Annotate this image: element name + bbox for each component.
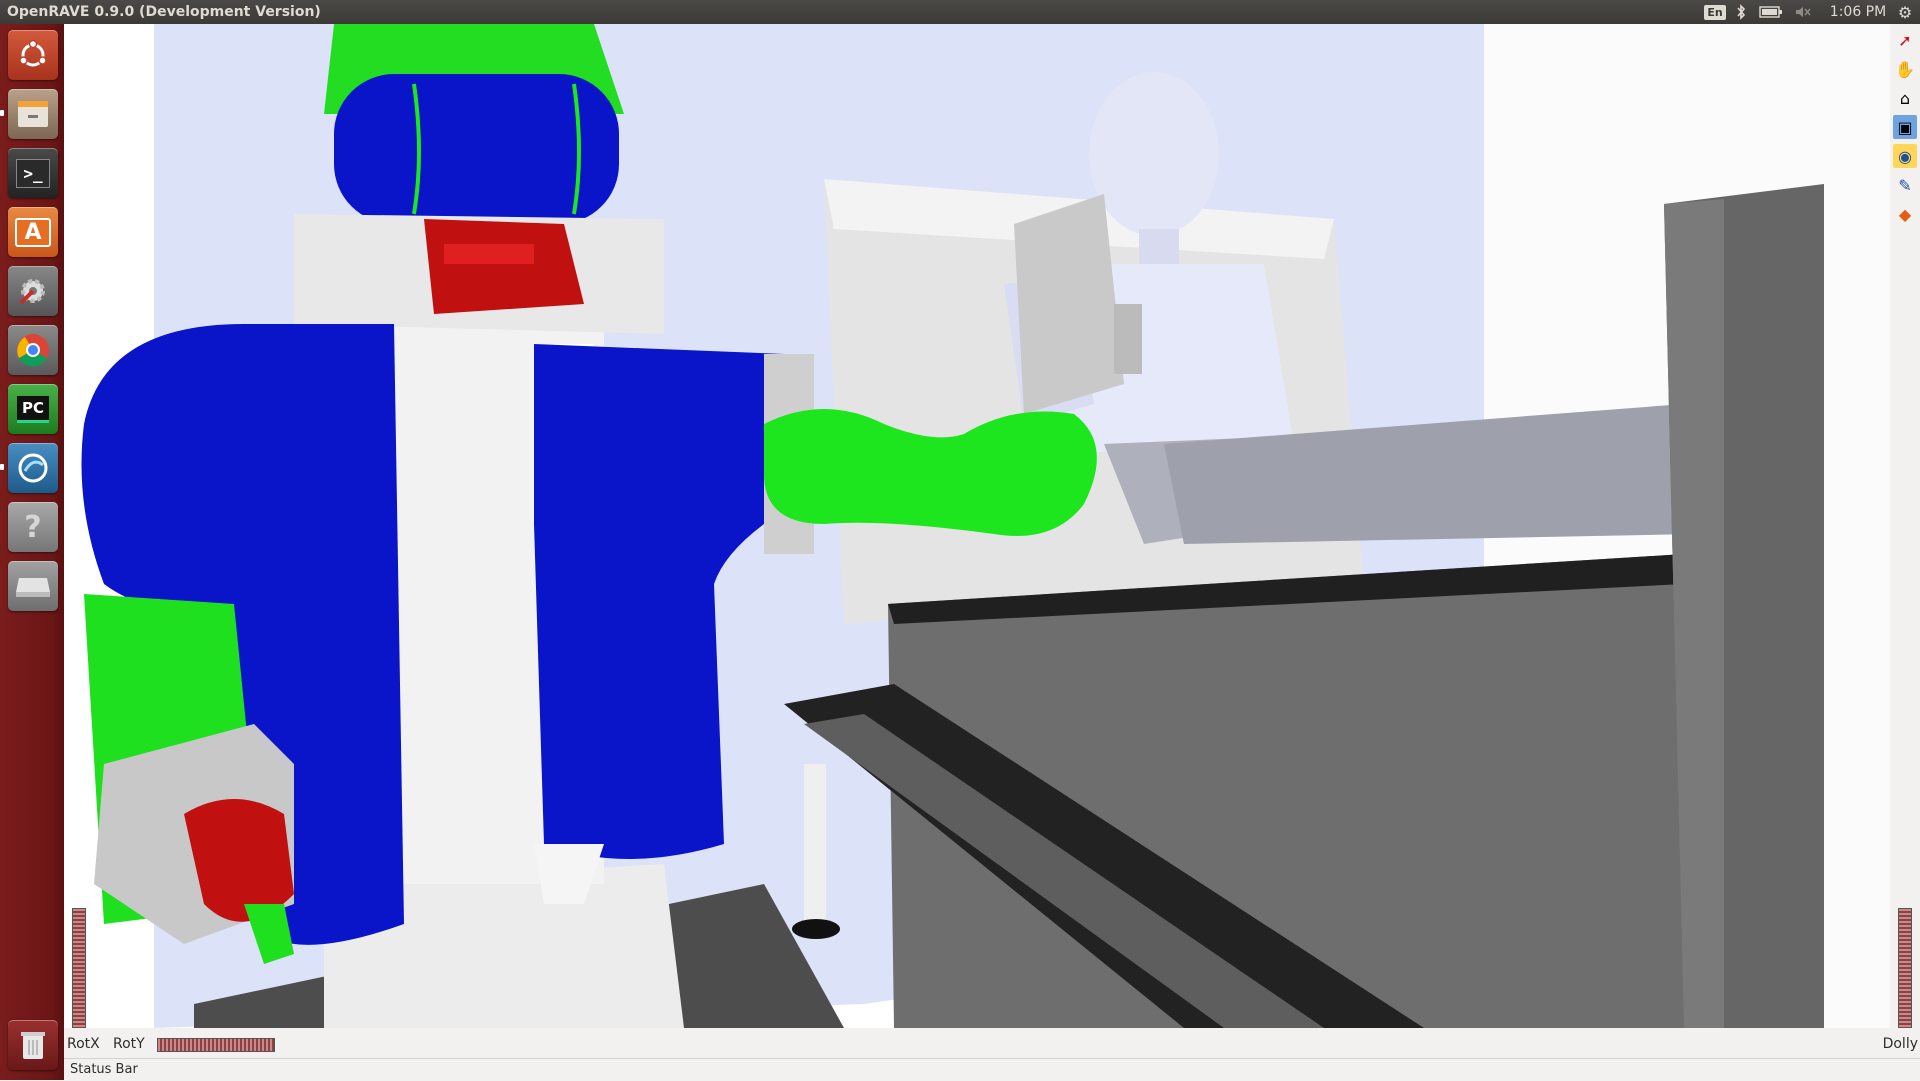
home-icon[interactable]: ⌂ — [1893, 86, 1917, 110]
human-head — [1089, 72, 1219, 236]
paint-icon[interactable]: ✎ — [1893, 173, 1917, 197]
terminal-button[interactable]: >_ — [8, 148, 58, 198]
disk-button[interactable] — [8, 561, 58, 611]
dolly-wheel[interactable] — [1898, 908, 1912, 1030]
top-panel: OpenRAVE 0.9.0 (Development Version) En … — [0, 0, 1920, 24]
hand-icon[interactable]: ✋ — [1893, 57, 1917, 81]
question-mark-icon: ? — [24, 509, 42, 545]
software-center-button[interactable]: A — [8, 207, 58, 257]
robot-head-tilt-red — [424, 219, 584, 314]
file-cabinet-icon — [18, 101, 48, 127]
launcher-running-indicator — [0, 464, 4, 470]
keyboard-layout-indicator[interactable]: En — [1704, 0, 1726, 24]
status-text: Status Bar — [70, 1062, 138, 1077]
chrome-button[interactable] — [8, 325, 58, 375]
roty-label: RotY — [113, 1036, 145, 1052]
trash-icon — [21, 1032, 45, 1059]
rotx-label: RotX — [67, 1036, 100, 1052]
drive-icon — [16, 578, 50, 597]
scene-render — [64, 24, 1890, 1028]
pycharm-button[interactable]: PC — [8, 384, 58, 434]
3d-viewport[interactable] — [64, 24, 1890, 1028]
clock[interactable]: 1:06 PM — [1822, 0, 1894, 24]
wrench-gear-icon — [19, 279, 45, 305]
unknown-app-button[interactable] — [8, 443, 58, 493]
system-settings-button[interactable] — [8, 266, 58, 316]
eye-icon[interactable]: ◉ — [1893, 144, 1917, 168]
terminal-icon: >_ — [16, 158, 50, 188]
render-cube-icon[interactable]: ◆ — [1893, 202, 1917, 226]
battery-icon[interactable] — [1757, 0, 1785, 24]
viewer-toolbar: ➚ ✋ ⌂ ▣ ◉ ✎ ◆ — [1890, 24, 1920, 1028]
launcher: >_ A PC ? — [0, 24, 64, 1080]
shopping-bag-icon: A — [15, 217, 51, 247]
launcher-running-indicator — [0, 110, 4, 116]
volume-muted-icon[interactable] — [1792, 0, 1814, 24]
settings-gear-icon[interactable]: ⚙ — [1892, 0, 1918, 24]
dolly-label: Dolly — [1882, 1036, 1918, 1052]
ubuntu-logo-icon — [19, 39, 47, 67]
status-bar: Status Bar — [64, 1058, 1920, 1081]
bluetooth-icon[interactable] — [1730, 0, 1752, 24]
roty-wheel[interactable] — [157, 1038, 275, 1052]
chrome-icon — [17, 334, 49, 367]
window-title: OpenRAVE 0.9.0 (Development Version) — [7, 4, 321, 20]
select-arrow-icon[interactable]: ➚ — [1893, 28, 1917, 52]
pycharm-icon: PC — [16, 395, 49, 423]
trash-button[interactable] — [8, 1020, 58, 1070]
files-button[interactable] — [8, 89, 58, 139]
view-all-icon[interactable]: ▣ — [1893, 115, 1917, 139]
keyboard-layout-label: En — [1704, 4, 1726, 20]
rotx-wheel[interactable] — [72, 908, 86, 1030]
ubuntu-dash-button[interactable] — [8, 30, 58, 80]
viewer-controls: RotX RotY Dolly — [64, 1028, 1920, 1058]
help-button[interactable]: ? — [8, 502, 58, 552]
app-circle-icon — [18, 453, 48, 483]
